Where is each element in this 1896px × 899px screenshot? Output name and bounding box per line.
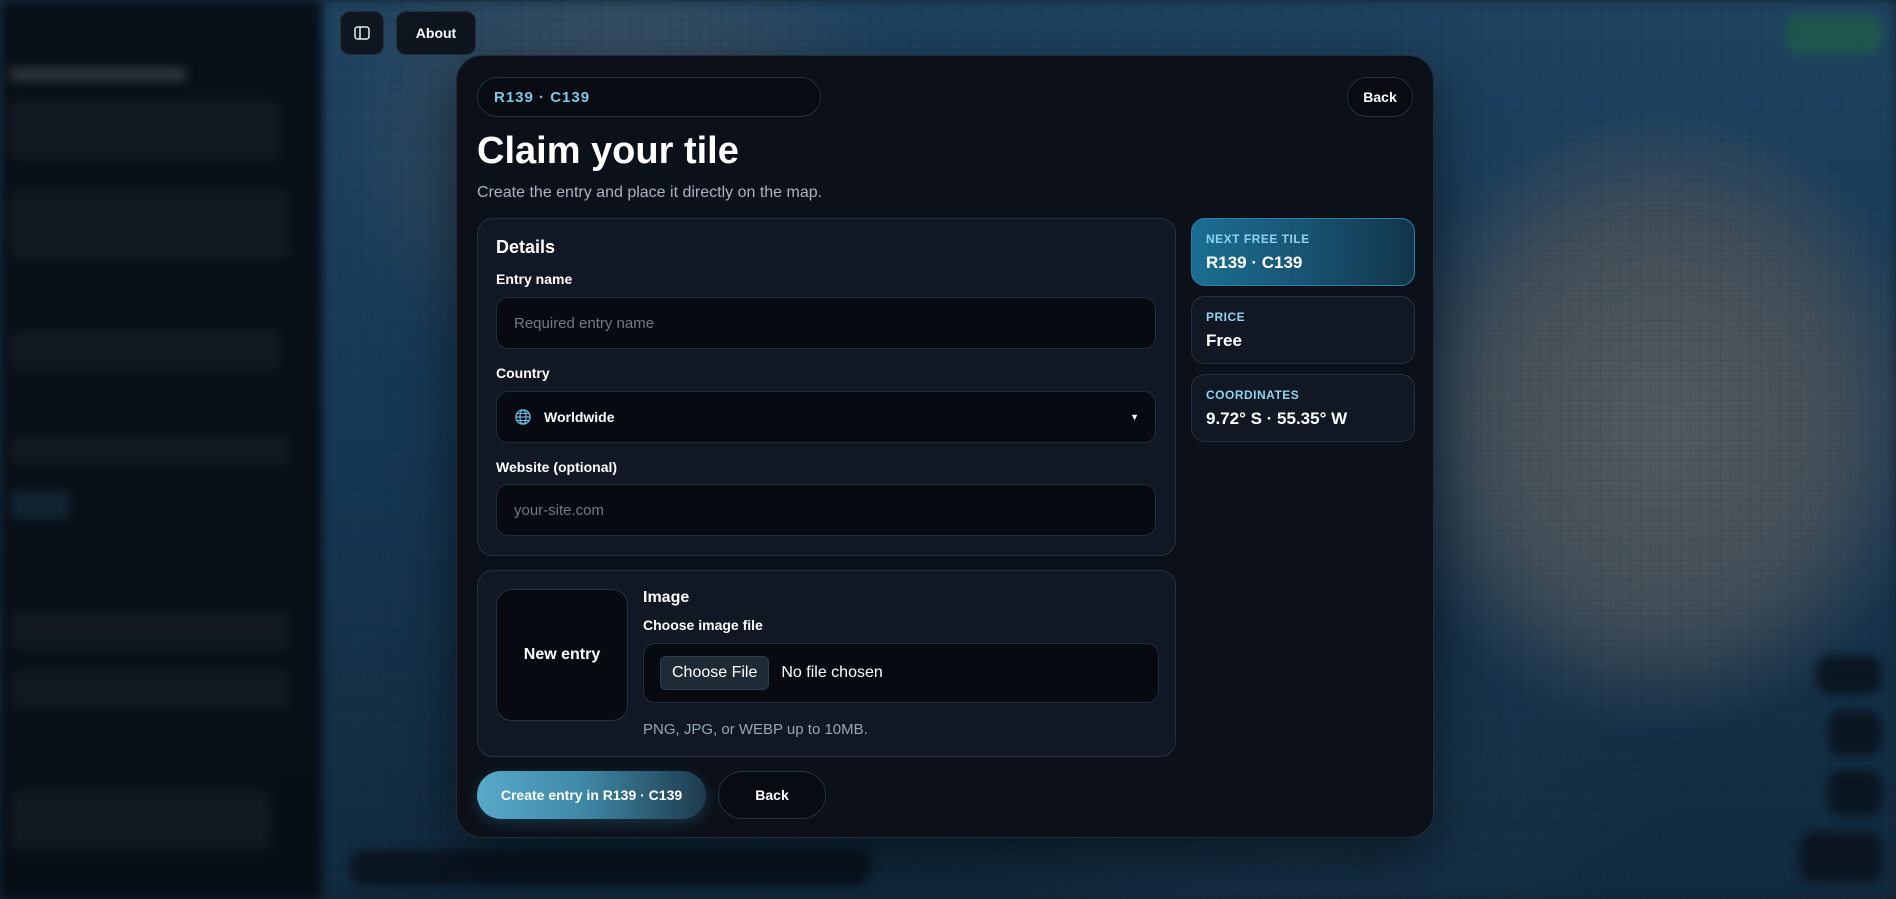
info-price: PRICE Free bbox=[1191, 296, 1415, 364]
claim-tile-modal: R139 · C139 Back Claim your tile Create … bbox=[456, 55, 1434, 838]
info-value: R139 · C139 bbox=[1206, 253, 1303, 272]
modal-title: Claim your tile bbox=[477, 130, 739, 172]
file-input[interactable]: Choose File No file chosen bbox=[643, 643, 1159, 703]
image-preview: New entry bbox=[496, 589, 628, 721]
entry-name-input[interactable] bbox=[496, 297, 1156, 349]
country-select[interactable]: Worldwide ▼ bbox=[496, 391, 1156, 443]
sidebar-panel-icon bbox=[354, 26, 370, 40]
details-title: Details bbox=[496, 237, 556, 257]
details-card: Details Entry name Country Worldwide ▼ W… bbox=[477, 218, 1176, 556]
country-label: Country bbox=[496, 365, 550, 381]
website-label: Website (optional) bbox=[496, 459, 618, 475]
globe-icon bbox=[515, 409, 531, 425]
entry-name-label: Entry name bbox=[496, 271, 573, 287]
sidebar-toggle-button[interactable] bbox=[340, 11, 384, 55]
info-coordinates: COORDINATES 9.72° S · 55.35° W bbox=[1191, 374, 1415, 442]
website-input[interactable] bbox=[496, 484, 1156, 536]
info-value: Free bbox=[1206, 331, 1242, 350]
file-status: No file chosen bbox=[781, 664, 883, 681]
image-section-title: Image bbox=[643, 589, 690, 606]
modal-subtitle: Create the entry and place it directly o… bbox=[477, 184, 823, 201]
country-selected-value: Worldwide bbox=[544, 409, 615, 425]
info-label: NEXT FREE TILE bbox=[1206, 232, 1310, 246]
image-preview-label: New entry bbox=[523, 646, 601, 663]
back-button-bottom[interactable]: Back bbox=[718, 771, 826, 819]
create-entry-button[interactable]: Create entry in R139 · C139 bbox=[477, 771, 706, 819]
choose-file-button[interactable]: Choose File bbox=[660, 656, 770, 690]
info-label: PRICE bbox=[1206, 310, 1246, 324]
back-button-top[interactable]: Back bbox=[1347, 77, 1413, 117]
image-card: New entry Image Choose image file Choose… bbox=[477, 570, 1176, 757]
tile-id-badge: R139 · C139 bbox=[477, 77, 821, 117]
image-hint: PNG, JPG, or WEBP up to 10MB. bbox=[643, 721, 868, 738]
about-button[interactable]: About bbox=[396, 11, 476, 55]
caret-down-icon: ▼ bbox=[1130, 412, 1139, 422]
info-label: COORDINATES bbox=[1206, 388, 1300, 402]
info-value: 9.72° S · 55.35° W bbox=[1206, 409, 1348, 428]
info-next-free-tile: NEXT FREE TILE R139 · C139 bbox=[1191, 218, 1415, 286]
image-file-label: Choose image file bbox=[643, 617, 763, 633]
